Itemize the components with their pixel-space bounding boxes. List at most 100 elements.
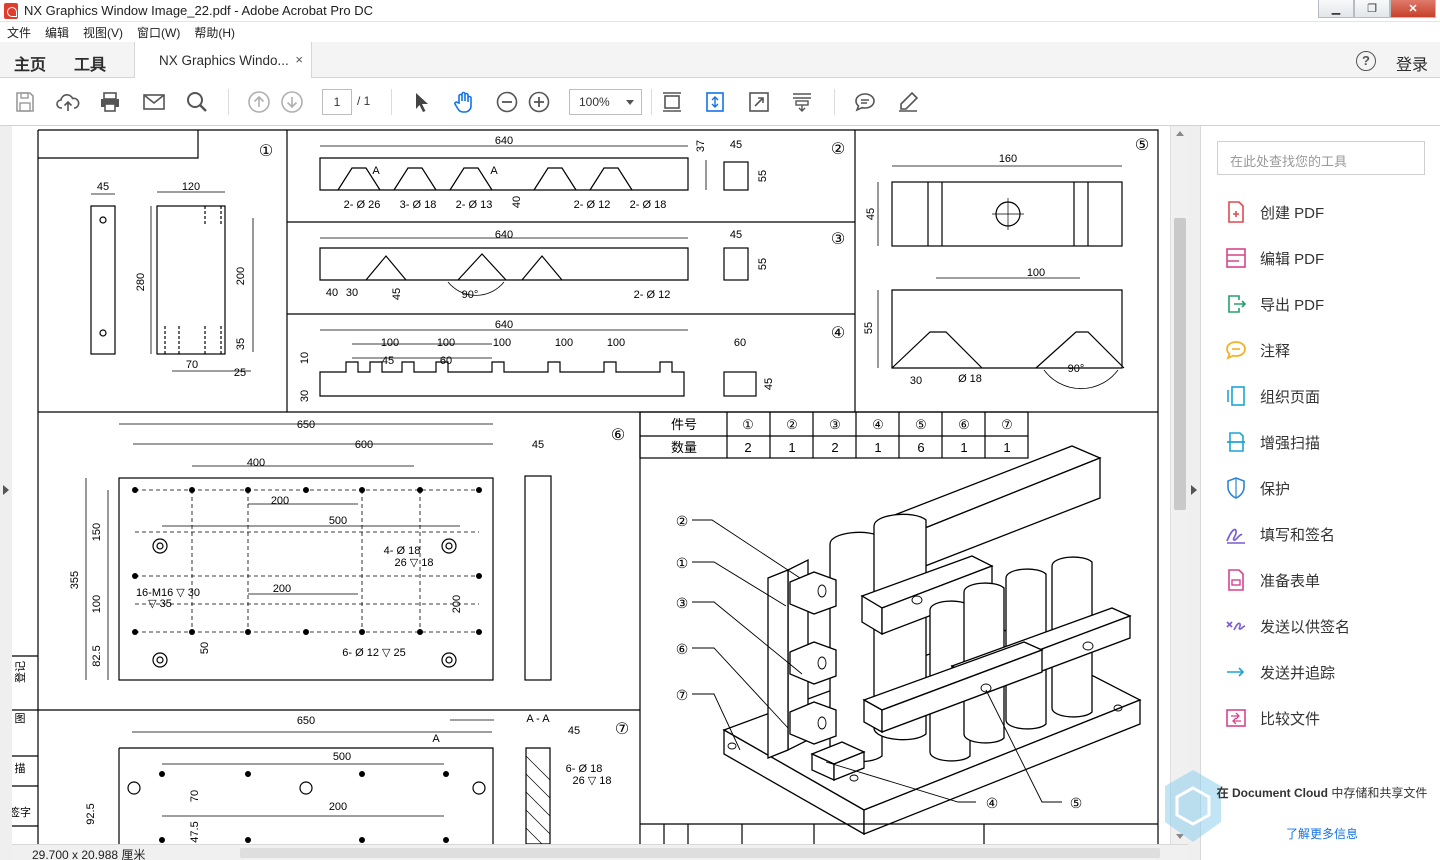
svg-text:A: A (432, 733, 440, 745)
scroll-mode-icon[interactable] (790, 90, 814, 114)
svg-text:2- Ø 13: 2- Ø 13 (456, 199, 493, 211)
tab-tools[interactable]: 工具 (74, 51, 106, 75)
svg-text:2- Ø 26: 2- Ø 26 (344, 199, 381, 211)
menu-view[interactable]: 视图(V) (83, 24, 123, 41)
svg-text:③: ③ (831, 231, 845, 248)
svg-text:82.5: 82.5 (91, 645, 103, 666)
svg-text:100: 100 (437, 337, 455, 349)
tool-export-pdf[interactable]: 导出 PDF (1224, 289, 1324, 319)
login-button[interactable]: 登录 (1396, 51, 1428, 75)
tool-prepare-form[interactable]: 准备表单 (1224, 565, 1320, 595)
page-dimensions: 29.700 x 20.988 厘米 (32, 848, 146, 860)
tool-label: 发送并追踪 (1260, 664, 1336, 682)
zoom-in-icon[interactable] (527, 90, 551, 114)
svg-text:47.5: 47.5 (189, 821, 201, 842)
highlight-pen-icon[interactable] (896, 90, 920, 114)
previous-page-icon[interactable] (247, 90, 271, 114)
menu-edit[interactable]: 编辑 (45, 24, 69, 41)
svg-text:2- Ø 12: 2- Ø 12 (574, 199, 611, 211)
menu-window[interactable]: 窗口(W) (137, 24, 180, 41)
svg-text:④: ④ (831, 325, 845, 342)
tool-organize-pages[interactable]: 组织页面 (1224, 381, 1320, 411)
tab-document[interactable]: NX Graphics Windo... × (134, 42, 312, 78)
svg-text:650: 650 (297, 715, 315, 727)
svg-text:45: 45 (865, 208, 877, 220)
tool-send-track[interactable]: 发送并追踪 (1224, 657, 1335, 687)
svg-text:60: 60 (734, 337, 746, 349)
zoom-select[interactable]: 100% (569, 89, 642, 115)
tool-label: 注释 (1260, 342, 1291, 360)
tool-edit-pdf[interactable]: 编辑 PDF (1224, 243, 1324, 273)
scroll-thumb[interactable] (1174, 218, 1186, 510)
menu-help[interactable]: 帮助(H) (194, 24, 235, 41)
minimize-button[interactable]: ▁ (1318, 0, 1354, 18)
svg-text:60: 60 (440, 355, 452, 367)
svg-text:45: 45 (763, 378, 775, 390)
svg-text:④: ④ (986, 795, 999, 811)
fit-page-icon[interactable] (660, 90, 684, 114)
svg-text:55: 55 (757, 170, 769, 182)
svg-text:件号: 件号 (671, 417, 697, 432)
page-number-input[interactable]: 1 (322, 89, 352, 115)
scroll-up-icon[interactable] (1176, 131, 1184, 136)
svg-text:600: 600 (355, 439, 373, 451)
tool-label: 发送以供签名 (1260, 618, 1351, 636)
close-window-button[interactable]: ✕ (1390, 0, 1436, 18)
enhance-scan-icon (1227, 432, 1245, 452)
search-icon[interactable] (185, 90, 209, 114)
tool-comment[interactable]: 注释 (1224, 335, 1290, 365)
tab-bar: 主页 工具 NX Graphics Windo... × ? 登录 (0, 42, 1440, 78)
svg-text:⑤: ⑤ (915, 417, 927, 432)
right-pane-toggle[interactable] (1188, 126, 1200, 860)
cloud-promo-body: 中存储和共享文件 (1331, 786, 1428, 800)
vertical-scrollbar[interactable] (1170, 126, 1188, 844)
tool-label: 比较文件 (1260, 710, 1321, 728)
pdf-page[interactable]: ① 45 120 280 200 35 70 25 ② 640 37 45 55… (12, 126, 1170, 844)
svg-text:1: 1 (874, 440, 881, 455)
save-icon[interactable] (13, 90, 37, 114)
cloud-upload-icon[interactable] (56, 90, 80, 114)
tool-send-for-signature[interactable]: 发送以供签名 (1224, 611, 1350, 641)
comment-icon[interactable] (853, 90, 877, 114)
svg-text:100: 100 (381, 337, 399, 349)
hand-tool-icon[interactable] (452, 90, 476, 114)
svg-text:⑦: ⑦ (676, 687, 689, 703)
print-icon[interactable] (98, 90, 122, 114)
svg-text:3- Ø 18: 3- Ø 18 (400, 199, 437, 211)
full-screen-icon[interactable] (747, 90, 771, 114)
tool-create-pdf[interactable]: 创建 PDF (1224, 197, 1324, 227)
rotate-view-icon[interactable] (703, 90, 727, 114)
svg-text:45: 45 (97, 181, 109, 193)
zoom-out-icon[interactable] (495, 90, 519, 114)
export-pdf-icon (1228, 295, 1247, 313)
tool-protect[interactable]: 保护 (1224, 473, 1290, 503)
next-page-icon[interactable] (280, 90, 304, 114)
svg-text:90°: 90° (462, 289, 479, 301)
tab-home[interactable]: 主页 (14, 51, 46, 75)
tools-search-input[interactable]: 在此处查找您的工具 (1217, 141, 1425, 175)
svg-text:6- Ø 12 ▽ 25: 6- Ø 12 ▽ 25 (342, 647, 406, 659)
email-icon[interactable] (142, 90, 166, 114)
svg-text:⑤: ⑤ (1135, 137, 1149, 154)
svg-text:2- Ø 12: 2- Ø 12 (634, 289, 671, 301)
svg-text:640: 640 (495, 135, 513, 147)
svg-text:280: 280 (135, 273, 147, 291)
horizontal-scrollbar[interactable] (240, 848, 1160, 858)
select-cursor-icon[interactable] (410, 90, 434, 114)
svg-text:登记: 登记 (13, 661, 27, 683)
close-tab-icon[interactable]: × (295, 52, 303, 67)
maximize-button[interactable]: ❐ (1354, 0, 1390, 18)
svg-text:6: 6 (917, 440, 924, 455)
svg-text:100: 100 (91, 595, 103, 613)
svg-text:⑥: ⑥ (676, 641, 689, 657)
menu-file[interactable]: 文件 (7, 24, 31, 41)
learn-more-link[interactable]: 了解更多信息 (1214, 825, 1430, 842)
svg-text:6- Ø 18: 6- Ø 18 (566, 763, 603, 775)
left-pane-toggle[interactable] (0, 126, 12, 860)
tool-enhance-scan[interactable]: 增强扫描 (1224, 427, 1320, 457)
tool-fill-sign[interactable]: 填写和签名 (1224, 519, 1335, 549)
tool-compare-files[interactable]: 比较文件 (1224, 703, 1320, 733)
send-track-icon (1227, 667, 1245, 677)
help-icon[interactable]: ? (1356, 51, 1376, 71)
tool-label: 增强扫描 (1260, 434, 1321, 452)
